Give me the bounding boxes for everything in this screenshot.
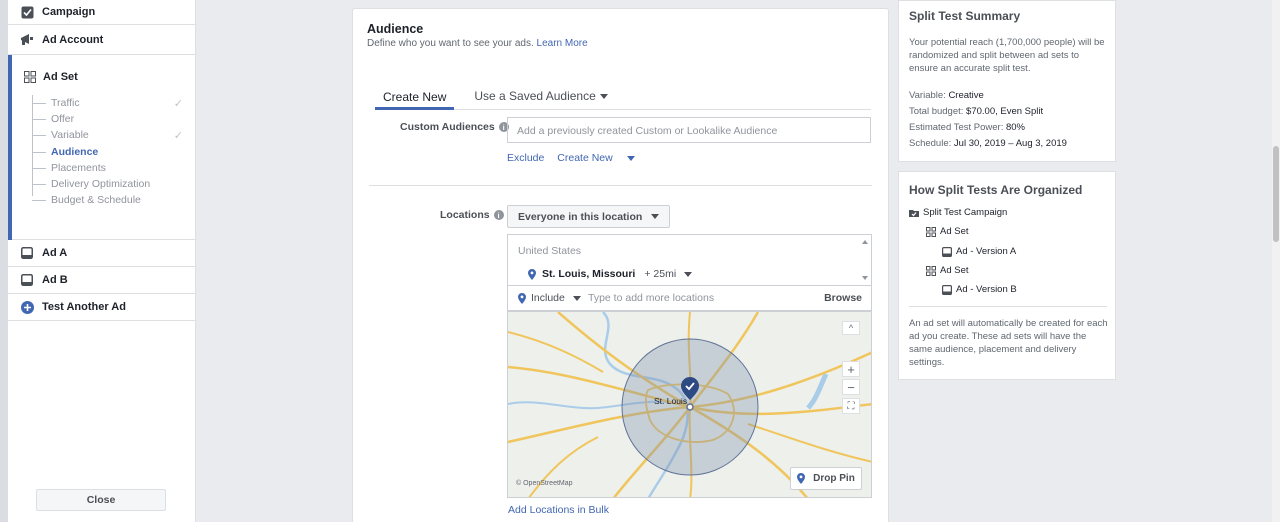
tree-ad-version-b: Ad - Version B (942, 284, 1017, 295)
step-traffic[interactable]: Traffic ✓ (32, 95, 195, 111)
tab-saved-audience[interactable]: Use a Saved Audience (466, 83, 615, 109)
active-indicator (8, 55, 12, 240)
custom-audiences-label: Custom Audiences i (400, 121, 509, 133)
folder-check-icon (909, 208, 919, 218)
divider (369, 185, 872, 186)
sidebar-item-label: Campaign (42, 6, 96, 18)
plus-circle-icon (20, 300, 34, 314)
section-subtitle: Define who you want to see your ads. Lea… (367, 38, 588, 49)
location-country: United States (518, 245, 582, 257)
split-test-organization-card: How Split Tests Are Organized Split Test… (898, 171, 1116, 380)
tree-campaign: Split Test Campaign (909, 207, 1007, 218)
fullscreen-icon[interactable]: ⛶ (842, 398, 860, 414)
sidebar-item-ad-b[interactable]: Ad B (8, 267, 195, 294)
chevron-down-icon (626, 155, 635, 161)
sidebar-item-campaign[interactable]: Campaign (8, 0, 195, 25)
tab-create-new[interactable]: Create New (375, 83, 455, 110)
add-locations-bulk-link[interactable]: Add Locations in Bulk (508, 504, 609, 516)
location-map[interactable]: St. Louis ^ + − ⛶ © OpenStreetMap Drop P… (507, 311, 872, 498)
include-location-row: Include Type to add more locations Brows… (507, 286, 872, 311)
card-title: How Split Tests Are Organized (909, 183, 1083, 197)
learn-more-link[interactable]: Learn More (537, 38, 588, 49)
left-edge (0, 0, 8, 522)
radius-dropdown[interactable]: + 25mi (644, 268, 693, 280)
summary-text: Your potential reach (1,700,000 people) … (909, 37, 1105, 74)
step-offer[interactable]: Offer (32, 111, 195, 127)
chevron-down-icon (572, 295, 581, 301)
variable-row: Variable: Creative (909, 90, 984, 101)
zoom-out-button[interactable]: − (842, 379, 860, 395)
create-new-dropdown[interactable]: Create New (557, 152, 644, 164)
ad-icon (942, 284, 952, 295)
ad-icon (942, 246, 952, 257)
sidebar-item-label: Ad A (42, 247, 68, 259)
selected-locations: United States St. Louis, Missouri + 25mi (507, 234, 872, 286)
chevron-down-icon (684, 271, 693, 277)
tree-ad-set-1: Ad Set (926, 226, 969, 237)
exclude-link[interactable]: Exclude (507, 152, 544, 164)
browse-button[interactable]: Browse (824, 292, 871, 304)
sidebar-item-ad-set[interactable]: Ad Set (8, 55, 195, 89)
sidebar-ad-set-section: Ad Set Traffic ✓ Offer Variable ✓ Audience… (8, 55, 195, 240)
step-variable[interactable]: Variable ✓ (32, 127, 195, 143)
divider (909, 306, 1107, 307)
sidebar-item-label: Ad Account (42, 33, 104, 46)
chevron-down-icon (651, 214, 660, 219)
sidebar-item-label: Test Another Ad (42, 301, 126, 313)
check-icon: ✓ (173, 97, 183, 110)
sidebar: Campaign Ad Account Ad Set Traffic ✓ Offe… (8, 0, 196, 522)
tree-ad-version-a: Ad - Version A (942, 246, 1016, 257)
chevron-down-icon (599, 93, 608, 99)
step-placements[interactable]: Placements (32, 160, 195, 176)
map-attribution: © OpenStreetMap (516, 480, 573, 487)
audience-tabs: Create New Use a Saved Audience (375, 83, 871, 110)
test-another-ad-button[interactable]: Test Another Ad (8, 294, 195, 321)
tree-ad-set-2: Ad Set (926, 265, 969, 276)
card-title: Split Test Summary (909, 9, 1021, 23)
ad-icon (20, 246, 34, 260)
organization-text: An ad set will automatically be created … (909, 318, 1108, 368)
include-dropdown[interactable]: Include (508, 292, 588, 304)
map-pin-icon (518, 292, 526, 304)
step-budget-schedule[interactable]: Budget & Schedule (32, 192, 195, 208)
grid-icon (926, 265, 936, 276)
custom-audience-actions: Exclude Create New (507, 152, 655, 164)
map-pin-icon (797, 473, 806, 484)
sidebar-item-label: Ad B (42, 274, 68, 286)
schedule-row: Schedule: Jul 30, 2019 – Aug 3, 2019 (909, 138, 1067, 149)
sidebar-item-label: Ad Set (43, 71, 78, 83)
location-scope-dropdown[interactable]: Everyone in this location (507, 205, 671, 228)
sidebar-item-ad-account[interactable]: Ad Account (8, 25, 195, 55)
test-power-row: Estimated Test Power: 80% (909, 122, 1025, 133)
budget-row: Total budget: $70.00, Even Split (909, 106, 1044, 117)
grid-icon (24, 71, 36, 83)
grid-icon (926, 226, 936, 237)
location-list-scrollbar[interactable] (859, 235, 871, 285)
megaphone-icon (20, 33, 34, 47)
custom-audiences-input[interactable]: Add a previously created Custom or Looka… (507, 117, 871, 143)
locations-label: Locations i (440, 209, 504, 221)
audience-panel: Audience Define who you want to see your… (352, 8, 889, 522)
info-icon[interactable]: i (493, 210, 504, 221)
location-city[interactable]: St. Louis, Missouri + 25mi (528, 268, 693, 280)
page-scrollbar[interactable] (1272, 0, 1280, 522)
section-title: Audience (367, 22, 424, 36)
sidebar-item-ad-a[interactable]: Ad A (8, 240, 195, 267)
map-pin-icon (528, 268, 536, 280)
close-button[interactable]: Close (36, 489, 166, 511)
split-test-summary-card: Split Test Summary Your potential reach … (898, 0, 1116, 162)
location-search-input[interactable]: Type to add more locations (588, 292, 824, 304)
map-city-label: St. Louis (654, 396, 688, 406)
check-icon: ✓ (173, 129, 183, 142)
drop-pin-button[interactable]: Drop Pin (790, 467, 862, 490)
step-delivery-optimization[interactable]: Delivery Optimization (32, 176, 195, 192)
ad-icon (20, 273, 34, 287)
checkbox-icon (20, 5, 34, 19)
zoom-in-button[interactable]: + (842, 361, 860, 377)
step-audience[interactable]: Audience (32, 144, 195, 160)
collapse-map-button[interactable]: ^ (842, 321, 860, 335)
scrollbar-thumb[interactable] (1273, 146, 1279, 242)
ad-set-steps: Traffic ✓ Offer Variable ✓ Audience Placem… (32, 95, 195, 208)
